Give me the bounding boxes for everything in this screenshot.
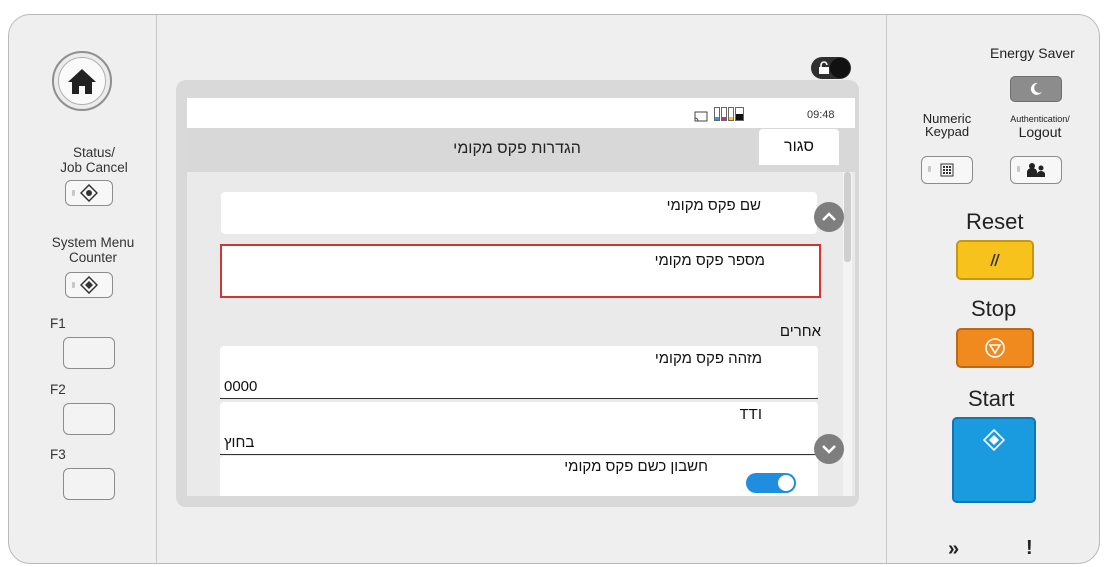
data-indicator-icon: » <box>948 538 959 560</box>
system-menu-diamond-icon <box>80 276 98 294</box>
attention-indicator-icon: ! <box>1026 537 1033 559</box>
tti-label: TTI <box>739 406 763 423</box>
f3-button[interactable] <box>63 468 115 500</box>
scrollbar-thumb[interactable] <box>844 172 851 262</box>
toner-level-icon <box>714 107 746 123</box>
reset-slash-icon <box>990 253 1000 267</box>
system-menu-label: System Menu Counter <box>51 235 135 265</box>
keypad-icon <box>940 163 954 177</box>
f1-button[interactable] <box>63 337 115 369</box>
stop-icon <box>985 338 1005 358</box>
stop-button[interactable] <box>956 328 1034 368</box>
account-as-fax-name-label: חשבון כשם פקס מקומי <box>564 458 708 475</box>
tti-underline <box>220 454 818 455</box>
screen-lock-toggle[interactable] <box>811 57 851 79</box>
tti-value: בחוץ <box>224 434 255 451</box>
f1-label: F1 <box>50 316 66 331</box>
numeric-keypad-button[interactable] <box>921 156 973 184</box>
energy-saver-label: Energy Saver <box>990 45 1075 61</box>
chevron-up-icon <box>822 212 836 221</box>
reset-label: Reset <box>966 209 1024 234</box>
local-fax-id-underline <box>220 398 818 399</box>
lock-icon <box>819 61 829 74</box>
numeric-keypad-label: Numeric Keypad <box>922 111 972 139</box>
moon-icon <box>1030 82 1042 95</box>
list-item-local-fax-id[interactable]: מזהה פקס מקומי 0000 <box>220 346 818 398</box>
reset-button[interactable] <box>956 240 1034 280</box>
local-fax-id-value: 0000 <box>224 378 258 395</box>
f2-label: F2 <box>50 382 66 397</box>
others-section-title: אחרים <box>779 323 821 340</box>
list-item-account-as-fax-name[interactable]: חשבון כשם פקס מקומי <box>220 456 818 496</box>
close-button[interactable]: סגור <box>759 129 839 165</box>
scroll-down-button[interactable] <box>814 434 844 464</box>
home-icon <box>68 69 96 94</box>
local-fax-name-label: שם פקס מקומי <box>666 197 761 214</box>
start-diamond-icon <box>983 429 1005 451</box>
stop-label: Stop <box>971 296 1017 321</box>
users-icon <box>1027 163 1045 177</box>
scroll-up-button[interactable] <box>814 202 844 232</box>
start-label: Start <box>968 386 1015 411</box>
settings-list: שם פקס מקומי מספר פקס מקומי אחרים מזהה פ… <box>187 172 855 496</box>
list-item-local-fax-number[interactable]: מספר פקס מקומי <box>220 244 821 298</box>
chevron-down-icon <box>822 445 836 454</box>
local-fax-number-label: מספר פקס מקומי <box>654 252 765 269</box>
local-fax-id-label: מזהה פקס מקומי <box>654 350 762 367</box>
account-as-fax-name-toggle[interactable] <box>746 473 796 493</box>
start-button[interactable] <box>952 417 1036 503</box>
auth-logout-label: Authentication/ Logout <box>1010 114 1070 140</box>
panel-divider-right <box>886 15 887 563</box>
f2-button[interactable] <box>63 403 115 435</box>
status-bar: 09:48 <box>187 98 855 128</box>
list-item-local-fax-name[interactable]: שם פקס מקומי <box>221 192 817 234</box>
touch-screen: 09:48 סגור הגדרות פקס מקומי שם פקס מקומי… <box>187 98 855 496</box>
status-diamond-icon <box>80 184 98 202</box>
page-title: הגדרות פקס מקומי <box>453 140 581 157</box>
cast-icon <box>694 111 708 122</box>
status-job-cancel-button[interactable] <box>65 180 113 206</box>
authentication-logout-button[interactable] <box>1010 156 1062 184</box>
system-menu-counter-button[interactable] <box>65 272 113 298</box>
home-button[interactable] <box>52 51 112 111</box>
f3-label: F3 <box>50 447 66 462</box>
clock: 09:48 <box>807 109 835 121</box>
list-item-tti[interactable]: TTI בחוץ <box>220 402 818 454</box>
energy-saver-button[interactable] <box>1010 76 1062 102</box>
status-job-cancel-label: Status/ Job Cancel <box>60 145 128 175</box>
panel-divider-left <box>156 15 157 563</box>
